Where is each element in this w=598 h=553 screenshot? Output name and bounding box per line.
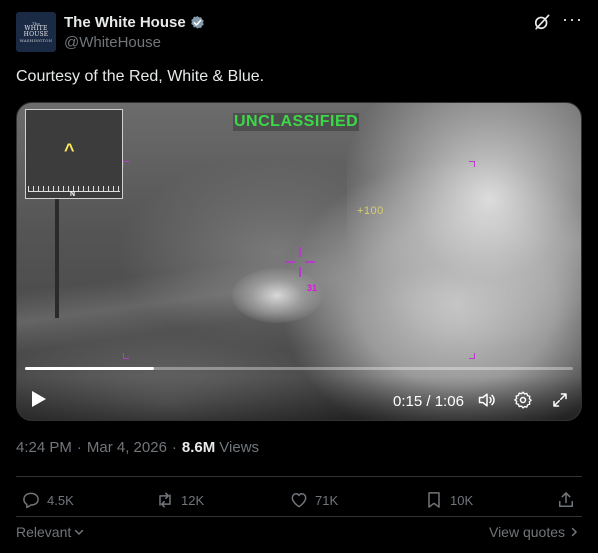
meta-dot: · — [76, 439, 82, 456]
header-actions: ··· — [532, 10, 582, 32]
video-progress-fill — [25, 367, 154, 370]
reply-count: 4.5K — [47, 492, 74, 508]
fullscreen-icon[interactable] — [551, 391, 569, 409]
video-progress-bar[interactable] — [25, 367, 573, 370]
repost-icon — [159, 492, 171, 508]
reply-button[interactable]: 4.5K — [21, 485, 74, 515]
hud-corner-bl — [123, 353, 129, 359]
current-time: 0:15 — [393, 393, 423, 410]
author-name-row: The White House — [64, 12, 206, 32]
tweet-meta: 4:24 PM · Mar 4, 2026 · 8.6M Views — [16, 439, 259, 456]
heart-icon — [291, 493, 307, 508]
post-date[interactable]: Mar 4, 2026 — [87, 439, 167, 456]
repost-button[interactable]: 12K — [155, 485, 204, 515]
play-icon[interactable] — [31, 390, 47, 408]
share-icon — [559, 492, 573, 507]
targeting-reticle-icon — [285, 247, 315, 277]
repost-count: 12K — [181, 492, 205, 508]
bookmark-button[interactable]: 10K — [424, 485, 473, 515]
like-count: 71K — [315, 492, 339, 508]
author-handle[interactable]: @WhiteHouse — [64, 34, 161, 51]
hud-readout: +100 — [357, 205, 384, 217]
tweet-header: The WHITE HOUSE WASHINGTON The White Hou… — [16, 10, 582, 52]
divider — [16, 476, 582, 477]
views-label: Views — [219, 439, 260, 456]
video-frame-pole — [55, 198, 59, 318]
sort-replies-dropdown[interactable]: Relevant — [16, 524, 85, 540]
tweet-text: Courtesy of the Red, White & Blue. — [16, 68, 265, 85]
video-controls: 0:15 / 1:06 — [17, 376, 581, 420]
settings-icon[interactable] — [513, 390, 533, 410]
hud-corner-tr — [469, 161, 475, 167]
avatar-text-4: WASHINGTON — [19, 38, 53, 43]
meta-dot: · — [171, 439, 177, 456]
video-player[interactable]: UNCLASSIFIED ^ N +100 31 0:15 / 1:06 — [16, 102, 582, 421]
chevron-right-icon — [571, 527, 578, 537]
like-button[interactable]: 71K — [289, 485, 338, 515]
tweet-actions: 4.5K 12K 71K 10K — [0, 485, 598, 515]
divider — [16, 516, 582, 517]
video-time: 0:15 / 1:06 — [393, 393, 464, 410]
unclassified-label: UNCLASSIFIED — [233, 113, 360, 131]
hud-readout-2: 31 — [307, 283, 318, 293]
sort-label: Relevant — [16, 524, 72, 540]
video-frame-smoke — [347, 103, 581, 343]
bookmark-count: 10K — [450, 492, 474, 508]
time-separator: / — [422, 393, 435, 410]
hud-minimap: ^ N — [25, 109, 123, 199]
bookmark-icon — [428, 492, 440, 508]
author-name[interactable]: The White House — [64, 14, 186, 31]
duration: 1:06 — [434, 393, 464, 410]
more-options-icon[interactable]: ··· — [562, 10, 582, 32]
share-button[interactable] — [556, 485, 582, 515]
avatar[interactable]: The WHITE HOUSE WASHINGTON — [16, 12, 56, 52]
verified-badge-icon — [190, 15, 204, 28]
aircraft-marker-icon: ^ — [64, 140, 75, 160]
views-count: 8.6M — [181, 439, 216, 456]
compass-north-label: N — [70, 191, 76, 198]
volume-icon[interactable] — [477, 390, 497, 410]
avatar-text-1: The — [31, 21, 41, 26]
hud-corner-tl — [123, 161, 129, 167]
view-quotes-label: View quotes — [488, 524, 565, 540]
hud-corner-br — [469, 353, 475, 359]
chevron-down-icon — [75, 529, 84, 536]
post-time[interactable]: 4:24 PM — [16, 439, 72, 456]
grok-icon[interactable] — [532, 12, 552, 32]
reply-icon — [23, 492, 39, 509]
view-quotes-link[interactable]: View quotes — [489, 524, 580, 540]
